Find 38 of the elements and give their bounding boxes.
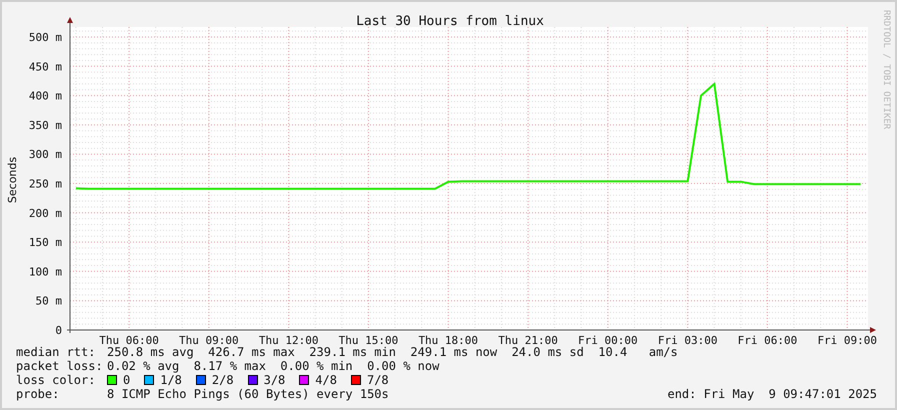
y-tick-label: 0 [55, 324, 62, 337]
y-tick-label: 500 m [28, 31, 62, 44]
y-tick-label: 200 m [28, 206, 62, 220]
x-tick-label: Thu 09:00 [179, 334, 239, 345]
credit-text: RRDTOOL / TOBI OETIKER [881, 10, 891, 130]
y-tick-label: 400 m [28, 90, 62, 103]
x-tick-label: Thu 12:00 [258, 334, 318, 345]
legend-label: probe: [16, 387, 60, 401]
x-tick-label: Thu 06:00 [99, 334, 159, 345]
end-time: end: Fri May 9 09:47:01 2025 [667, 387, 877, 401]
x-tick-label: Thu 18:00 [418, 334, 478, 345]
loss-color-label: 0 [123, 373, 130, 387]
y-tick-label: 300 m [28, 148, 62, 162]
legend-label: loss color: [16, 373, 96, 387]
loss-color-label: 2/8 [212, 373, 234, 387]
y-tick-label: 50 m [36, 294, 62, 308]
x-tick-label: Fri 03:00 [658, 334, 718, 345]
y-tick-label: 100 m [28, 265, 62, 278]
loss-color-label: 3/8 [264, 373, 286, 387]
y-tick-label: 350 m [28, 118, 62, 132]
chart-title: Last 30 Hours from linux [356, 14, 544, 29]
x-tick-label: Fri 06:00 [738, 334, 798, 345]
loss-color-label: 4/8 [315, 373, 337, 387]
median-rtt-stats: 250.8 ms avg 426.7 ms max 239.1 ms min 249.1 ms now 24.0 ms sd 10.4 am/s [107, 345, 678, 359]
y-tick-label: 450 m [28, 60, 62, 74]
loss-color-label: 7/8 [366, 373, 389, 387]
legend-label: packet loss: [16, 359, 104, 373]
y-tick-label: 150 m [28, 236, 62, 250]
y-axis-label: Seconds [6, 156, 19, 204]
legend-label: median rtt: [16, 345, 96, 359]
y-tick-label: 250 m [28, 178, 62, 190]
probe-info: 8 ICMP Echo Pings (60 Bytes) every 150s [107, 387, 389, 401]
loss-color-label: 1/8 [160, 373, 182, 387]
x-tick-label: Fri 00:00 [578, 334, 638, 345]
packet-loss-stats: 0.02 % avg 8.17 % max 0.00 % min 0.00 % now [107, 359, 440, 373]
x-tick-label: Thu 15:00 [338, 334, 398, 345]
x-tick-label: Fri 09:00 [817, 334, 878, 345]
x-tick-label: Thu 21:00 [498, 334, 558, 345]
